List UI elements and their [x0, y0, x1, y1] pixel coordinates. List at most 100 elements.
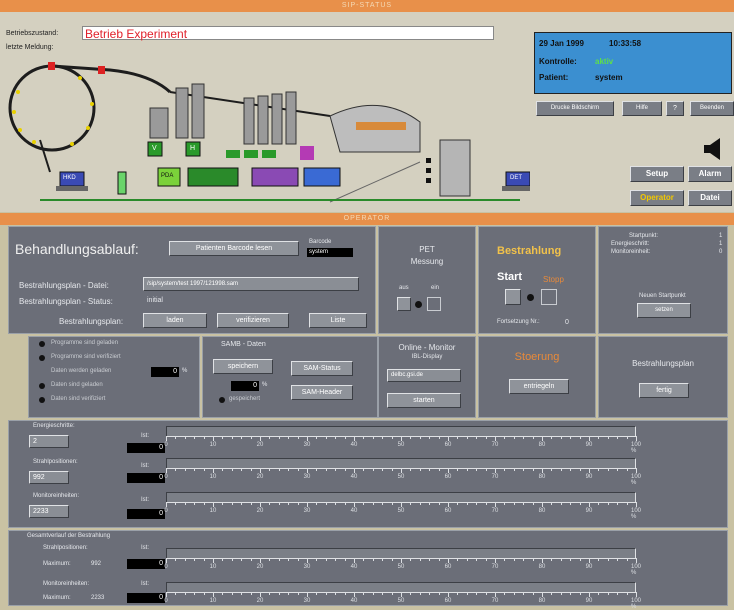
patient-value: system	[595, 73, 623, 82]
status-list-panel: Programme sind geladen Programme sind ve…	[28, 336, 200, 418]
scale-tick	[457, 436, 459, 439]
gesamt-strahl-progress-bar: 0 10 20 30 40 50 60 70 80 90 100 %	[164, 544, 641, 576]
barcode-lesen-button[interactable]: Patienten Barcode lesen	[169, 241, 299, 256]
scale-tick	[457, 558, 459, 561]
scale-tick	[344, 592, 346, 595]
scale-tick	[607, 502, 609, 505]
plan-status-value: initial	[147, 297, 163, 304]
energieschritte-field[interactable]: 2	[29, 435, 69, 448]
online-host-field[interactable]: delbc.gsi.de	[387, 369, 461, 382]
schematic-box-v: V	[152, 145, 157, 152]
scale-tick	[419, 592, 421, 595]
fortsetzung-value: 0	[565, 319, 569, 326]
scale-label: 100 %	[630, 598, 642, 610]
scale-tick	[231, 592, 233, 595]
scale-tick	[401, 502, 402, 507]
scale-tick	[194, 502, 196, 505]
scale-tick	[231, 468, 233, 471]
scale-tick	[260, 468, 261, 473]
scale-tick	[523, 436, 525, 439]
schematic-box-pda: PDA	[161, 173, 174, 179]
scale-tick	[184, 502, 186, 505]
scale-tick	[438, 468, 440, 471]
setup-button[interactable]: Setup	[630, 166, 684, 182]
scale-tick	[269, 468, 271, 471]
scale-tick	[222, 558, 224, 561]
scale-tick	[617, 558, 619, 561]
scale-tick	[532, 558, 534, 561]
fertig-button[interactable]: fertig	[639, 383, 689, 398]
scale-label: 80	[538, 598, 546, 604]
scale-tick	[495, 468, 496, 473]
scale-tick	[203, 436, 205, 439]
schematic-box-h: H	[190, 145, 196, 152]
scale-tick	[598, 592, 600, 595]
scale-label: 40	[350, 598, 358, 604]
plan-datei-field[interactable]: /sip/system/test 1997/121998.sam	[143, 277, 359, 291]
strahl-ist-value: 0	[127, 473, 165, 483]
gesamt-monitor-maximum-label: Maximum:	[43, 595, 71, 601]
scale-tick	[476, 436, 478, 439]
stopp-button[interactable]	[541, 289, 557, 305]
status-item: Daten werden geladen	[51, 368, 112, 374]
scale-tick	[372, 436, 374, 439]
scale-label: 20	[256, 442, 264, 448]
scale-tick	[589, 436, 590, 441]
verifizieren-button[interactable]: verifizieren	[217, 313, 289, 328]
scale-tick	[589, 468, 590, 473]
beenden-button[interactable]: Beenden	[690, 101, 734, 116]
scale-tick	[466, 592, 468, 595]
scale-tick	[617, 502, 619, 505]
scale-tick	[354, 502, 355, 507]
sam-header-button[interactable]: SAM-Header	[291, 385, 353, 400]
scale-tick	[466, 558, 468, 561]
scale-tick	[354, 436, 355, 441]
scale-label: 50	[397, 442, 405, 448]
start-button[interactable]	[505, 289, 521, 305]
scale-label: 50	[397, 474, 405, 480]
samb-percent-unit: %	[262, 382, 268, 388]
scale-tick	[316, 468, 318, 471]
scale-tick	[269, 502, 271, 505]
samb-speichern-button[interactable]: speichern	[213, 359, 273, 374]
scale-tick	[325, 468, 327, 471]
bestrahlungsplan-title: Bestrahlungsplan	[632, 359, 694, 368]
scale-tick	[297, 558, 299, 561]
startpunkt-panel: Startpunkt: 1 Energieschritt: 1 Monitore…	[598, 226, 728, 334]
strahlpositionen-field[interactable]: 992	[29, 471, 69, 484]
datei-button[interactable]: Datei	[688, 190, 732, 206]
drucke-bildschirm-button[interactable]: Drucke Bildschirm	[536, 101, 614, 116]
scale-tick	[166, 502, 167, 507]
scale-tick	[260, 502, 261, 507]
stopp-label: Stopp	[543, 275, 564, 284]
liste-button[interactable]: Liste	[309, 313, 367, 328]
online-starten-button[interactable]: starten	[387, 393, 461, 408]
status-dot-icon	[39, 341, 45, 347]
scale-tick	[269, 592, 271, 595]
scale-tick	[448, 436, 449, 441]
monitoreinheiten-field[interactable]: 2233	[29, 505, 69, 518]
scale-tick	[532, 468, 534, 471]
scale-tick	[579, 558, 581, 561]
alarm-button[interactable]: Alarm	[688, 166, 732, 182]
operator-button[interactable]: Operator	[630, 190, 684, 206]
scale-tick	[504, 558, 506, 561]
sam-status-button[interactable]: SAM-Status	[291, 361, 353, 376]
scale-tick	[278, 558, 280, 561]
laden-button[interactable]: laden	[143, 313, 207, 328]
hilfe-button[interactable]: Hilfe	[622, 101, 662, 116]
speaker-icon[interactable]	[702, 136, 728, 162]
scale-tick	[288, 502, 290, 505]
pet-aus-toggle[interactable]	[397, 297, 411, 311]
startpunkt-setzen-button[interactable]: setzen	[637, 303, 691, 318]
scale-label: 70	[491, 474, 499, 480]
hilfe-question-button[interactable]: ?	[666, 101, 684, 116]
scale-tick	[560, 502, 562, 505]
scale-tick	[335, 592, 337, 595]
scale-tick	[354, 468, 355, 473]
scale-tick	[288, 558, 290, 561]
entriegeln-button[interactable]: entriegeln	[509, 379, 569, 394]
pet-ein-toggle[interactable]	[427, 297, 441, 311]
scale-label: 10	[209, 598, 217, 604]
scale-tick	[410, 558, 412, 561]
